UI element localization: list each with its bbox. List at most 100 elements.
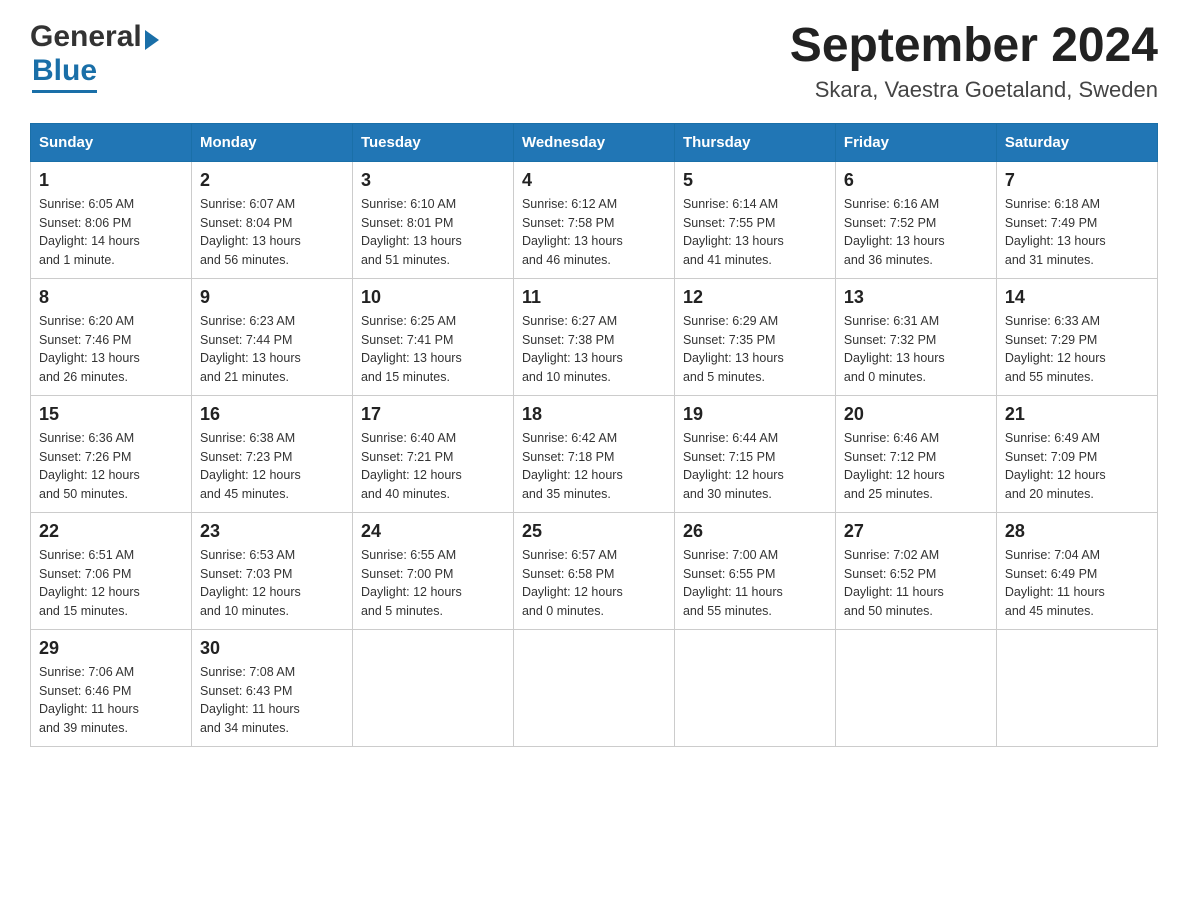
day-number: 3 xyxy=(361,170,505,191)
day-info: Sunrise: 6:23 AMSunset: 7:44 PMDaylight:… xyxy=(200,312,344,387)
calendar-cell: 7Sunrise: 6:18 AMSunset: 7:49 PMDaylight… xyxy=(996,161,1157,278)
calendar-cell: 1 Sunrise: 6:05 AMSunset: 8:06 PMDaylight… xyxy=(31,161,192,278)
day-number: 5 xyxy=(683,170,827,191)
logo-triangle-icon xyxy=(145,30,159,50)
calendar-cell: 11 Sunrise: 6:27 AMSunset: 7:38 PMDayligh… xyxy=(513,278,674,395)
calendar-cell: 27 Sunrise: 7:02 AMSunset: 6:52 PMDayligh… xyxy=(835,512,996,629)
day-number: 18 xyxy=(522,404,666,425)
calendar-cell xyxy=(674,629,835,746)
calendar-week-row: 22 Sunrise: 6:51 AMSunset: 7:06 PMDayligh… xyxy=(31,512,1158,629)
calendar-cell xyxy=(996,629,1157,746)
calendar-cell: 6Sunrise: 6:16 AMSunset: 7:52 PMDaylight… xyxy=(835,161,996,278)
day-number: 2 xyxy=(200,170,344,191)
day-info: Sunrise: 6:25 AMSunset: 7:41 PMDaylight:… xyxy=(361,312,505,387)
day-number: 11 xyxy=(522,287,666,308)
day-info: Sunrise: 7:08 AMSunset: 6:43 PMDaylight:… xyxy=(200,663,344,738)
day-info: Sunrise: 7:02 AMSunset: 6:52 PMDaylight:… xyxy=(844,546,988,621)
calendar-week-row: 29 Sunrise: 7:06 AMSunset: 6:46 PMDayligh… xyxy=(31,629,1158,746)
month-year-title: September 2024 xyxy=(790,20,1158,73)
day-info: Sunrise: 6:49 AMSunset: 7:09 PMDaylight:… xyxy=(1005,429,1149,504)
calendar-header-row: SundayMondayTuesdayWednesdayThursdayFrid… xyxy=(31,123,1158,161)
calendar-cell: 4Sunrise: 6:12 AMSunset: 7:58 PMDaylight… xyxy=(513,161,674,278)
day-number: 24 xyxy=(361,521,505,542)
day-number: 15 xyxy=(39,404,183,425)
calendar-cell: 25 Sunrise: 6:57 AMSunset: 6:58 PMDayligh… xyxy=(513,512,674,629)
calendar-cell: 15 Sunrise: 6:36 AMSunset: 7:26 PMDayligh… xyxy=(31,395,192,512)
day-info: Sunrise: 6:20 AMSunset: 7:46 PMDaylight:… xyxy=(39,312,183,387)
calendar-cell: 10 Sunrise: 6:25 AMSunset: 7:41 PMDayligh… xyxy=(352,278,513,395)
day-info: Sunrise: 6:29 AMSunset: 7:35 PMDaylight:… xyxy=(683,312,827,387)
weekday-header-friday: Friday xyxy=(835,123,996,161)
day-info: Sunrise: 6:38 AMSunset: 7:23 PMDaylight:… xyxy=(200,429,344,504)
day-info: Sunrise: 6:44 AMSunset: 7:15 PMDaylight:… xyxy=(683,429,827,504)
calendar-cell: 24 Sunrise: 6:55 AMSunset: 7:00 PMDayligh… xyxy=(352,512,513,629)
day-number: 1 xyxy=(39,170,183,191)
calendar-cell: 19 Sunrise: 6:44 AMSunset: 7:15 PMDayligh… xyxy=(674,395,835,512)
calendar-cell: 22 Sunrise: 6:51 AMSunset: 7:06 PMDayligh… xyxy=(31,512,192,629)
calendar-cell: 9 Sunrise: 6:23 AMSunset: 7:44 PMDaylight… xyxy=(191,278,352,395)
calendar-cell xyxy=(513,629,674,746)
day-number: 6 xyxy=(844,170,988,191)
day-info: Sunrise: 6:57 AMSunset: 6:58 PMDaylight:… xyxy=(522,546,666,621)
day-number: 21 xyxy=(1005,404,1149,425)
calendar-cell: 13 Sunrise: 6:31 AMSunset: 7:32 PMDayligh… xyxy=(835,278,996,395)
calendar-cell: 12Sunrise: 6:29 AMSunset: 7:35 PMDayligh… xyxy=(674,278,835,395)
weekday-header-monday: Monday xyxy=(191,123,352,161)
weekday-header-tuesday: Tuesday xyxy=(352,123,513,161)
calendar-cell: 26 Sunrise: 7:00 AMSunset: 6:55 PMDayligh… xyxy=(674,512,835,629)
calendar-cell: 17Sunrise: 6:40 AMSunset: 7:21 PMDayligh… xyxy=(352,395,513,512)
day-info: Sunrise: 7:00 AMSunset: 6:55 PMDaylight:… xyxy=(683,546,827,621)
day-info: Sunrise: 6:40 AMSunset: 7:21 PMDaylight:… xyxy=(361,429,505,504)
day-number: 9 xyxy=(200,287,344,308)
calendar-cell: 3 Sunrise: 6:10 AMSunset: 8:01 PMDaylight… xyxy=(352,161,513,278)
title-block: September 2024 Skara, Vaestra Goetaland,… xyxy=(790,20,1158,103)
calendar-cell: 16 Sunrise: 6:38 AMSunset: 7:23 PMDayligh… xyxy=(191,395,352,512)
day-number: 26 xyxy=(683,521,827,542)
day-info: Sunrise: 6:14 AMSunset: 7:55 PMDaylight:… xyxy=(683,195,827,270)
day-info: Sunrise: 6:53 AMSunset: 7:03 PMDaylight:… xyxy=(200,546,344,621)
calendar-week-row: 8 Sunrise: 6:20 AMSunset: 7:46 PMDaylight… xyxy=(31,278,1158,395)
location-subtitle: Skara, Vaestra Goetaland, Sweden xyxy=(790,77,1158,103)
day-info: Sunrise: 6:31 AMSunset: 7:32 PMDaylight:… xyxy=(844,312,988,387)
calendar-cell: 18Sunrise: 6:42 AMSunset: 7:18 PMDayligh… xyxy=(513,395,674,512)
day-number: 4 xyxy=(522,170,666,191)
day-number: 16 xyxy=(200,404,344,425)
day-number: 23 xyxy=(200,521,344,542)
calendar-cell: 28Sunrise: 7:04 AMSunset: 6:49 PMDayligh… xyxy=(996,512,1157,629)
calendar-cell: 8 Sunrise: 6:20 AMSunset: 7:46 PMDaylight… xyxy=(31,278,192,395)
weekday-header-thursday: Thursday xyxy=(674,123,835,161)
calendar-cell: 30Sunrise: 7:08 AMSunset: 6:43 PMDayligh… xyxy=(191,629,352,746)
day-number: 13 xyxy=(844,287,988,308)
day-number: 27 xyxy=(844,521,988,542)
calendar-cell: 14 Sunrise: 6:33 AMSunset: 7:29 PMDayligh… xyxy=(996,278,1157,395)
calendar-cell: 23 Sunrise: 6:53 AMSunset: 7:03 PMDayligh… xyxy=(191,512,352,629)
calendar-cell xyxy=(835,629,996,746)
day-number: 22 xyxy=(39,521,183,542)
calendar-cell: 21 Sunrise: 6:49 AMSunset: 7:09 PMDayligh… xyxy=(996,395,1157,512)
day-info: Sunrise: 6:05 AMSunset: 8:06 PMDaylight:… xyxy=(39,195,183,270)
day-number: 10 xyxy=(361,287,505,308)
logo: General Blue xyxy=(30,20,159,93)
day-info: Sunrise: 6:27 AMSunset: 7:38 PMDaylight:… xyxy=(522,312,666,387)
logo-general-text: General xyxy=(30,20,142,54)
day-info: Sunrise: 6:10 AMSunset: 8:01 PMDaylight:… xyxy=(361,195,505,270)
day-info: Sunrise: 7:06 AMSunset: 6:46 PMDaylight:… xyxy=(39,663,183,738)
day-info: Sunrise: 6:51 AMSunset: 7:06 PMDaylight:… xyxy=(39,546,183,621)
day-number: 29 xyxy=(39,638,183,659)
page-header: General Blue September 2024 Skara, Vaest… xyxy=(30,20,1158,103)
day-number: 19 xyxy=(683,404,827,425)
calendar-cell: 20Sunrise: 6:46 AMSunset: 7:12 PMDayligh… xyxy=(835,395,996,512)
day-number: 28 xyxy=(1005,521,1149,542)
calendar-cell xyxy=(352,629,513,746)
day-number: 25 xyxy=(522,521,666,542)
day-number: 8 xyxy=(39,287,183,308)
weekday-header-saturday: Saturday xyxy=(996,123,1157,161)
calendar-table: SundayMondayTuesdayWednesdayThursdayFrid… xyxy=(30,123,1158,747)
day-info: Sunrise: 6:55 AMSunset: 7:00 PMDaylight:… xyxy=(361,546,505,621)
day-info: Sunrise: 6:33 AMSunset: 7:29 PMDaylight:… xyxy=(1005,312,1149,387)
day-info: Sunrise: 6:36 AMSunset: 7:26 PMDaylight:… xyxy=(39,429,183,504)
day-number: 14 xyxy=(1005,287,1149,308)
calendar-week-row: 15 Sunrise: 6:36 AMSunset: 7:26 PMDayligh… xyxy=(31,395,1158,512)
weekday-header-sunday: Sunday xyxy=(31,123,192,161)
day-number: 20 xyxy=(844,404,988,425)
